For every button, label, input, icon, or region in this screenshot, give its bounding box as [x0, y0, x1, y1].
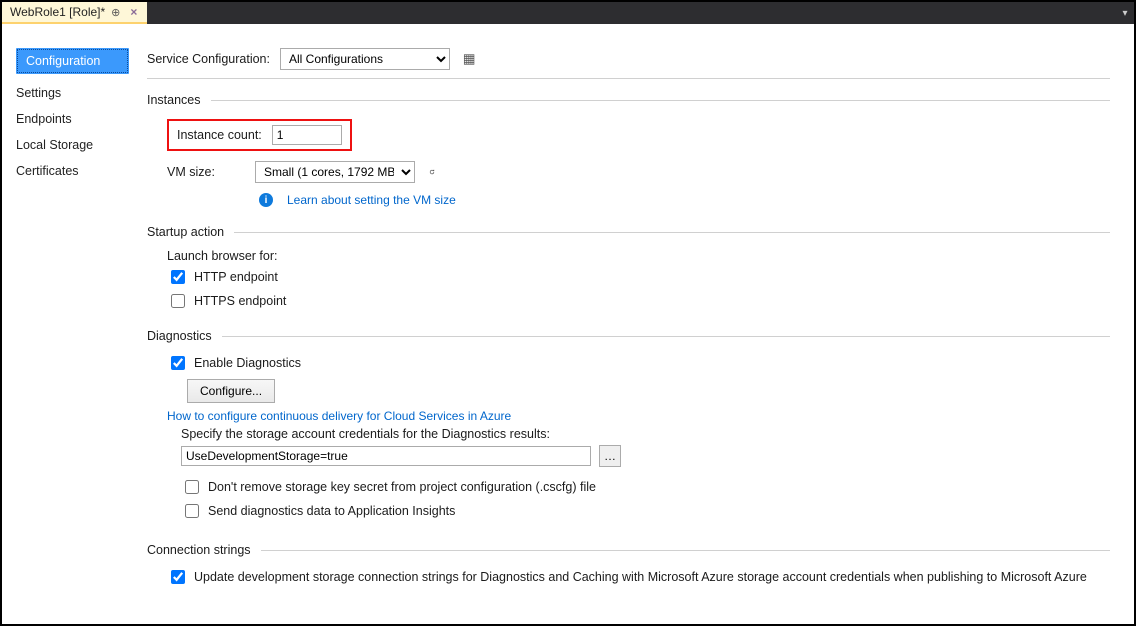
storage-connection-input[interactable] — [181, 446, 591, 466]
section-startup-label: Startup action — [147, 225, 224, 239]
http-endpoint-checkbox[interactable]: HTTP endpoint — [167, 267, 1110, 287]
tab-overflow-button[interactable]: ▾ — [1116, 2, 1134, 24]
section-diagnostics-label: Diagnostics — [147, 329, 212, 343]
storage-credentials-label: Specify the storage account credentials … — [181, 427, 1110, 441]
section-connections: Connection strings — [147, 543, 1110, 557]
enable-diagnostics-label: Enable Diagnostics — [194, 356, 301, 370]
nav-certificates[interactable]: Certificates — [2, 158, 137, 184]
tabbar-spacer — [147, 2, 1116, 24]
vm-size-refresh-button[interactable] — [423, 163, 441, 181]
section-line — [234, 232, 1110, 233]
section-connections-label: Connection strings — [147, 543, 251, 557]
main-panel: Service Configuration: All Configuration… — [137, 24, 1134, 624]
diagnostics-howto-link[interactable]: How to configure continuous delivery for… — [167, 409, 511, 423]
https-endpoint-input[interactable] — [171, 294, 185, 308]
service-config-label: Service Configuration: — [147, 52, 270, 66]
update-conn-strings-checkbox[interactable]: Update development storage connection st… — [167, 567, 1110, 587]
vm-size-select[interactable]: Small (1 cores, 1792 MB) — [255, 161, 415, 183]
nav-settings[interactable]: Settings — [2, 80, 137, 106]
update-conn-strings-label: Update development storage connection st… — [194, 570, 1087, 584]
section-startup: Startup action — [147, 225, 1110, 239]
configure-diagnostics-button[interactable]: Configure... — [187, 379, 275, 403]
service-config-select[interactable]: All Configurations — [280, 48, 450, 70]
instance-count-input[interactable] — [272, 125, 342, 145]
section-line — [261, 550, 1110, 551]
storage-browse-button[interactable]: … — [599, 445, 621, 467]
update-conn-strings-input[interactable] — [171, 570, 185, 584]
nav-configuration[interactable]: Configuration — [16, 48, 129, 74]
pin-icon[interactable]: ⊕ — [111, 6, 120, 19]
close-icon[interactable]: × — [126, 5, 141, 19]
side-nav: Configuration Settings Endpoints Local S… — [2, 24, 137, 624]
document-tab[interactable]: WebRole1 [Role]* ⊕ × — [2, 2, 147, 24]
enable-diagnostics-checkbox[interactable]: Enable Diagnostics — [167, 353, 1110, 373]
http-endpoint-input[interactable] — [171, 270, 185, 284]
dont-remove-key-input[interactable] — [185, 480, 199, 494]
instance-count-highlight: Instance count: — [167, 119, 352, 151]
vm-size-label: VM size: — [167, 165, 247, 179]
info-icon: i — [259, 193, 273, 207]
refresh-icon — [429, 165, 435, 179]
https-endpoint-label: HTTPS endpoint — [194, 294, 286, 308]
window: WebRole1 [Role]* ⊕ × ▾ Configuration Set… — [0, 0, 1136, 626]
instance-count-label: Instance count: — [177, 128, 262, 142]
manage-configs-icon: ▦ — [463, 51, 476, 67]
enable-diagnostics-input[interactable] — [171, 356, 185, 370]
nav-local-storage[interactable]: Local Storage — [2, 132, 137, 158]
service-config-row: Service Configuration: All Configuration… — [147, 48, 1110, 70]
document-tabbar: WebRole1 [Role]* ⊕ × ▾ — [2, 2, 1134, 24]
vm-size-learn-link[interactable]: Learn about setting the VM size — [287, 193, 456, 207]
send-appinsights-input[interactable] — [185, 504, 199, 518]
http-endpoint-label: HTTP endpoint — [194, 270, 278, 284]
dont-remove-key-label: Don't remove storage key secret from pro… — [208, 480, 596, 494]
nav-endpoints[interactable]: Endpoints — [2, 106, 137, 132]
https-endpoint-checkbox[interactable]: HTTPS endpoint — [167, 291, 1110, 311]
section-instances-label: Instances — [147, 93, 201, 107]
section-instances: Instances — [147, 93, 1110, 107]
send-appinsights-label: Send diagnostics data to Application Ins… — [208, 504, 455, 518]
separator — [147, 78, 1110, 79]
manage-configs-button[interactable]: ▦ — [460, 50, 478, 68]
section-line — [211, 100, 1110, 101]
vm-size-learn-row: i Learn about setting the VM size — [259, 193, 1110, 207]
instance-count-field: Instance count: — [167, 119, 1110, 151]
tab-title: WebRole1 [Role]* — [10, 5, 105, 19]
section-diagnostics: Diagnostics — [147, 329, 1110, 343]
send-appinsights-checkbox[interactable]: Send diagnostics data to Application Ins… — [181, 501, 1110, 521]
launch-browser-label: Launch browser for: — [167, 249, 1110, 263]
content-area: Configuration Settings Endpoints Local S… — [2, 24, 1134, 624]
storage-credentials-field: … — [181, 445, 1110, 467]
dont-remove-key-checkbox[interactable]: Don't remove storage key secret from pro… — [181, 477, 1110, 497]
vm-size-field: VM size: Small (1 cores, 1792 MB) — [167, 161, 1110, 183]
section-line — [222, 336, 1110, 337]
